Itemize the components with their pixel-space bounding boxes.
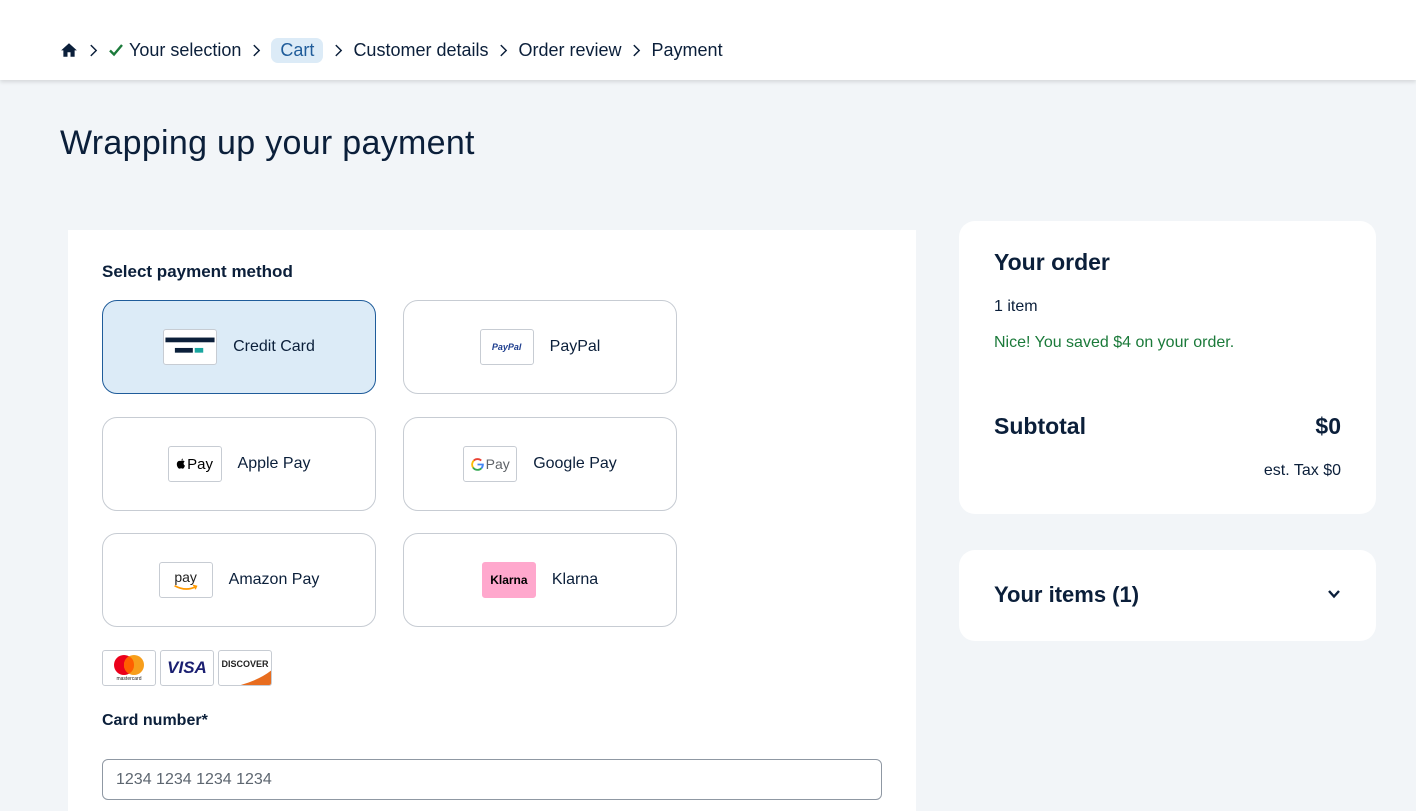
breadcrumb-label: Your selection (129, 39, 242, 60)
payment-panel: Select payment method Credit Card PayPal… (68, 230, 916, 811)
breadcrumb: Your selection Cart Customer details Ord… (60, 36, 723, 64)
payment-option-label: Apple Pay (237, 455, 311, 472)
breadcrumb-customer-details: Customer details (353, 39, 489, 60)
savings-message: Nice! You saved $4 on your order. (994, 334, 1235, 351)
check-icon (108, 42, 124, 58)
amazon-pay-logo: pay (158, 562, 213, 598)
chevron-down-icon[interactable] (1326, 586, 1342, 602)
apple-pay-logo: Pay (167, 446, 222, 482)
amazon-pay-logo-text: pay (174, 568, 197, 585)
chevron-right-icon (323, 43, 353, 58)
visa-logo: VISA (160, 650, 214, 686)
chevron-right-icon (622, 43, 652, 58)
home-icon[interactable] (60, 41, 78, 59)
payment-option-label: Klarna (551, 571, 599, 588)
card-number-input[interactable] (102, 759, 882, 800)
discover-logo: DISCOVER (218, 650, 272, 686)
accepted-cards: mastercard VISA DISCOVER (102, 650, 276, 686)
apple-pay-logo-text: Pay (187, 455, 213, 473)
payment-option-apple-pay[interactable]: Pay Apple Pay (102, 417, 376, 511)
top-bar: Your selection Cart Customer details Ord… (0, 0, 1416, 80)
chevron-right-icon (78, 43, 108, 58)
google-pay-logo-text: Pay (485, 456, 510, 472)
your-items-toggle[interactable]: Your items (1) (959, 550, 1376, 641)
order-title: Your order (994, 249, 1110, 275)
card-number-label: Card number* (102, 712, 208, 729)
paypal-logo-text: PayPal (491, 342, 522, 352)
credit-card-icon (163, 329, 218, 365)
payment-option-paypal[interactable]: PayPal PayPal (403, 300, 677, 394)
order-item-count: 1 item (994, 298, 1038, 315)
payment-method-heading: Select payment method (102, 262, 293, 281)
paypal-logo: PayPal (479, 329, 534, 365)
breadcrumb-your-selection[interactable]: Your selection (108, 40, 241, 61)
order-summary: Your order 1 item Nice! You saved $4 on … (959, 221, 1376, 514)
subtotal-value: $0 (1315, 413, 1341, 439)
payment-option-label: Amazon Pay (228, 571, 320, 588)
estimated-tax: est. Tax $0 (1263, 462, 1341, 479)
breadcrumb-order-review: Order review (518, 39, 622, 60)
page-title: Wrapping up your payment (60, 124, 475, 162)
payment-option-label: Google Pay (533, 455, 617, 472)
chevron-right-icon (241, 43, 271, 58)
payment-option-label: Credit Card (233, 338, 315, 355)
klarna-logo-text: Klarna (490, 573, 528, 587)
mastercard-logo-text: mastercard (116, 676, 142, 682)
discover-logo-text: DISCOVER (221, 659, 269, 669)
google-pay-logo: Pay (463, 446, 518, 482)
subtotal-label: Subtotal (994, 413, 1086, 439)
visa-logo-text: VISA (167, 658, 207, 677)
breadcrumb-payment: Payment (651, 39, 723, 60)
payment-option-google-pay[interactable]: Pay Google Pay (403, 417, 677, 511)
breadcrumb-cart[interactable]: Cart (271, 37, 324, 63)
payment-option-credit-card[interactable]: Credit Card (102, 300, 376, 394)
items-title: Your items (1) (994, 582, 1140, 607)
mastercard-logo: mastercard (102, 650, 156, 686)
payment-option-klarna[interactable]: Klarna Klarna (403, 533, 677, 627)
payment-option-label: PayPal (549, 338, 601, 355)
klarna-logo: Klarna (481, 562, 536, 598)
chevron-right-icon (489, 43, 519, 58)
payment-option-amazon-pay[interactable]: pay Amazon Pay (102, 533, 376, 627)
